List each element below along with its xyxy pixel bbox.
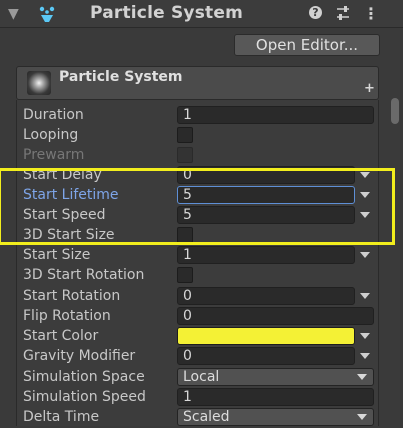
flip-rotation-field[interactable]: 0 <box>177 307 374 325</box>
prewarm-checkbox <box>177 147 193 163</box>
row-gravity-modifier: Gravity Modifier 0 <box>23 347 383 367</box>
row-start-color: Start Color <box>23 327 383 347</box>
start-size-mode-arrow-icon[interactable] <box>360 252 370 258</box>
start-rotation-mode-arrow-icon[interactable] <box>360 293 370 299</box>
module-title: Particle System <box>59 69 183 85</box>
row-3d-start-size: 3D Start Size <box>23 226 383 246</box>
gravity-modifier-mode-arrow-icon[interactable] <box>360 353 370 359</box>
start-speed-label: Start Speed <box>23 207 106 223</box>
row-start-rotation: Start Rotation 0 <box>23 287 383 307</box>
flip-rotation-label: Flip Rotation <box>23 308 111 324</box>
duration-field[interactable]: 1 <box>177 106 374 124</box>
row-start-delay: Start Delay 0 <box>23 166 383 186</box>
simulation-speed-field[interactable]: 1 <box>177 388 374 406</box>
start-delay-field[interactable]: 0 <box>177 166 355 184</box>
add-module-icon[interactable]: + <box>364 81 375 96</box>
start-rotation-label: Start Rotation <box>23 288 121 304</box>
row-simulation-space: Simulation Space Local <box>23 368 383 388</box>
presets-sliders-icon[interactable] <box>335 5 351 21</box>
start-size-label: Start Size <box>23 247 91 263</box>
scrollbar-thumb[interactable] <box>391 98 399 124</box>
delta-time-value: Scaled <box>183 409 230 425</box>
inspector-header: ▼ Particle System ? ⋮ <box>0 0 403 28</box>
row-start-lifetime: Start Lifetime 5 <box>23 186 383 206</box>
start-color-label: Start Color <box>23 328 99 344</box>
row-duration: Duration 1 <box>23 106 383 126</box>
start-size-field[interactable]: 1 <box>177 246 355 264</box>
start-lifetime-field[interactable]: 5 <box>177 186 355 204</box>
duration-label: Duration <box>23 107 84 123</box>
row-flip-rotation: Flip Rotation 0 <box>23 307 383 327</box>
start-lifetime-mode-arrow-icon[interactable] <box>360 192 370 198</box>
particle-system-icon <box>39 6 55 22</box>
start-color-mode-arrow-icon[interactable] <box>360 333 370 339</box>
start-speed-mode-arrow-icon[interactable] <box>360 212 370 218</box>
looping-checkbox[interactable] <box>177 127 193 143</box>
looping-label: Looping <box>23 127 79 143</box>
row-delta-time: Delta Time Scaled <box>23 408 383 428</box>
3d-start-size-checkbox[interactable] <box>177 227 193 243</box>
3d-start-rotation-checkbox[interactable] <box>177 267 193 283</box>
simulation-space-value: Local <box>183 369 220 385</box>
simulation-speed-label: Simulation Speed <box>23 389 146 405</box>
particle-system-module-header[interactable]: Particle System + <box>16 66 379 100</box>
start-delay-mode-arrow-icon[interactable] <box>360 172 370 178</box>
start-lifetime-label: Start Lifetime <box>23 187 119 203</box>
delta-time-label: Delta Time <box>23 409 100 425</box>
start-rotation-field[interactable]: 0 <box>177 287 355 305</box>
row-start-size: Start Size 1 <box>23 246 383 266</box>
particle-preview-thumbnail <box>27 71 51 95</box>
fold-arrow-icon[interactable]: ▼ <box>8 6 19 22</box>
component-title: Particle System <box>90 3 243 23</box>
open-editor-button[interactable]: Open Editor... <box>234 34 380 56</box>
row-prewarm: Prewarm <box>23 146 383 166</box>
row-looping: Looping <box>23 126 383 146</box>
3d-start-rotation-label: 3D Start Rotation <box>23 267 145 283</box>
delta-time-dropdown[interactable]: Scaled <box>177 408 374 426</box>
scrollbar-track[interactable] <box>388 30 403 426</box>
row-3d-start-rotation: 3D Start Rotation <box>23 266 383 286</box>
help-icon[interactable]: ? <box>309 6 322 19</box>
3d-start-size-label: 3D Start Size <box>23 227 115 243</box>
row-simulation-speed: Simulation Speed 1 <box>23 388 383 408</box>
chevron-down-icon <box>357 414 367 420</box>
simulation-space-label: Simulation Space <box>23 369 145 385</box>
start-speed-field[interactable]: 5 <box>177 206 355 224</box>
row-start-speed: Start Speed 5 <box>23 206 383 226</box>
gravity-modifier-field[interactable]: 0 <box>177 347 355 365</box>
chevron-down-icon <box>357 374 367 380</box>
more-options-icon[interactable]: ⋮ <box>363 4 379 23</box>
start-delay-label: Start Delay <box>23 167 102 183</box>
simulation-space-dropdown[interactable]: Local <box>177 368 374 386</box>
gravity-modifier-label: Gravity Modifier <box>23 348 136 364</box>
prewarm-label: Prewarm <box>23 147 85 163</box>
start-color-swatch[interactable] <box>177 327 355 345</box>
